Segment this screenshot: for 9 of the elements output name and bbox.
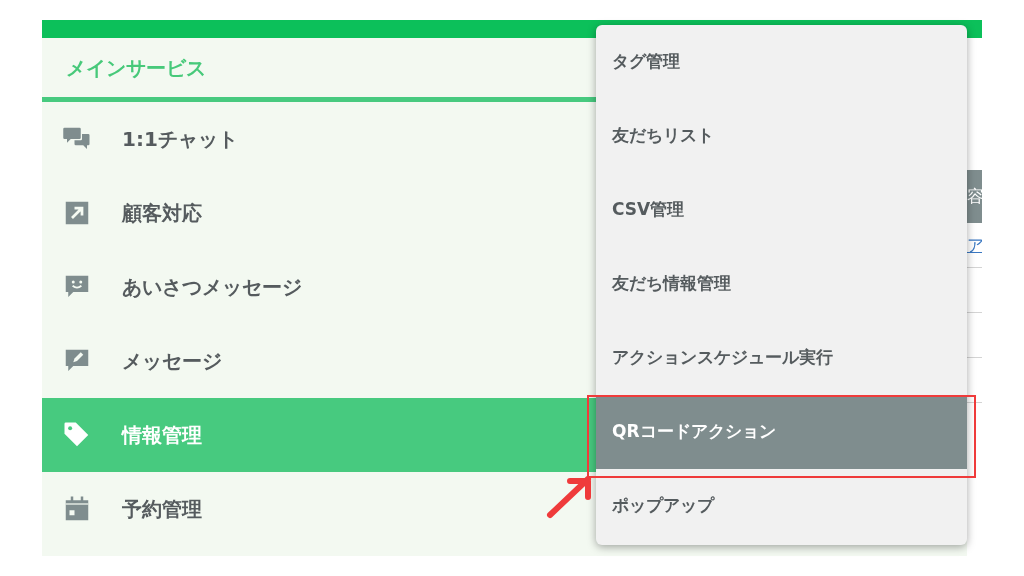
menu-item[interactable]: 友だちリスト — [596, 99, 967, 173]
menu-item[interactable]: 友だち情報管理 — [596, 247, 967, 321]
pointer-arrow — [544, 475, 594, 521]
menu-item[interactable]: タグ管理 — [596, 25, 967, 99]
menu-item[interactable]: ポップアップ — [596, 469, 967, 543]
menu-item[interactable]: QRコードアクション — [596, 395, 967, 469]
menu-item[interactable]: アクションスケジュール実行 — [596, 321, 967, 395]
section-title: メインサービス — [66, 54, 206, 82]
menu-item[interactable]: CSV管理 — [596, 173, 967, 247]
